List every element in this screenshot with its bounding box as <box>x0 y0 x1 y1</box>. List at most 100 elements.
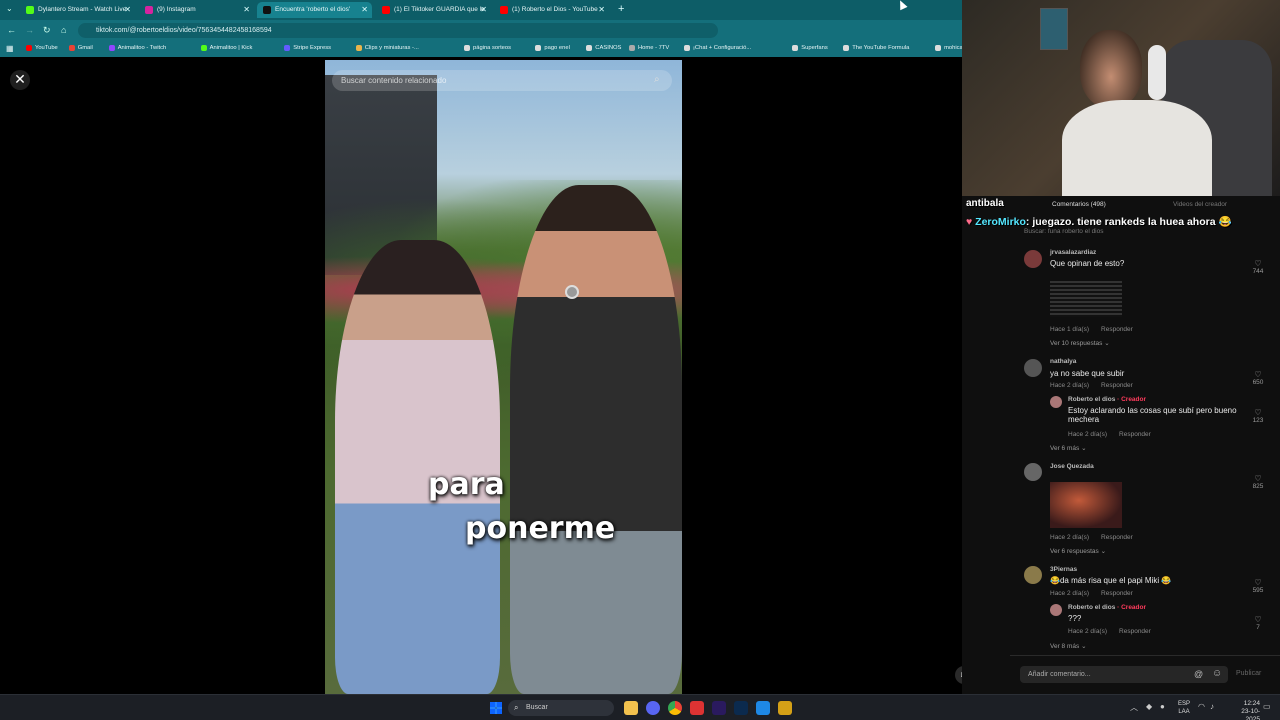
tab-youtube-2[interactable]: (1) Roberto el Dios - YouTube ✕ <box>494 2 609 18</box>
comment-user[interactable]: nathalya <box>1050 358 1076 365</box>
reply-button[interactable]: Responder <box>1119 431 1151 438</box>
related-search-input[interactable]: Buscar contenido relacionado <box>332 70 672 91</box>
comment-user[interactable]: jrvasalazardiaz <box>1050 249 1096 256</box>
reload-icon[interactable]: ↻ <box>43 25 51 36</box>
chat-text: : juegazo. tiene rankeds la huea ahora 😂 <box>1025 216 1232 228</box>
bookmark-item[interactable]: ¡Chat + Configuració... <box>684 45 751 51</box>
back-icon[interactable]: ← <box>7 25 16 35</box>
bookmark-item[interactable]: Stripe Express <box>284 45 331 51</box>
search-icon[interactable]: ⌕ <box>654 74 660 85</box>
youtube-icon <box>382 6 390 14</box>
bookmark-item[interactable]: pago enel <box>535 45 570 51</box>
mention-icon[interactable]: @ <box>1194 669 1203 679</box>
taskbar-search[interactable]: Buscar <box>508 700 614 716</box>
mic-icon[interactable]: ● <box>1160 702 1165 711</box>
url-field[interactable]: tiktok.com/@robertoeldios/video/75634544… <box>78 23 718 38</box>
like-button[interactable]: ♡ 650 <box>1248 370 1268 386</box>
reply-button[interactable]: Responder <box>1101 382 1133 389</box>
reply-button[interactable]: Responder <box>1101 534 1133 541</box>
view-replies-link[interactable]: Ver 6 respuestas ⌄ <box>1050 547 1106 555</box>
reply-time: Hace 2 día(s) <box>1068 431 1108 438</box>
bookmark-item[interactable]: Gmail <box>68 45 93 51</box>
bookmark-item[interactable]: Superfans <box>792 45 828 51</box>
reply-button[interactable]: Responder <box>1101 326 1133 333</box>
premiere-icon[interactable] <box>712 701 726 715</box>
tab-title: Encuentra 'roberto el dios' <box>275 6 351 13</box>
home-icon[interactable]: ⌂ <box>61 25 66 35</box>
like-button[interactable]: ♡ 744 <box>1248 259 1268 275</box>
comment-user[interactable]: Jose Quezada <box>1050 463 1094 470</box>
close-video-button[interactable]: ✕ <box>10 70 30 90</box>
notification-icon[interactable]: ▭ <box>1263 702 1271 711</box>
avatar[interactable] <box>1024 250 1042 268</box>
reply-meta: Hace 2 día(s) Responder <box>1068 628 1151 635</box>
language-indicator[interactable]: ESP LAA <box>1178 700 1190 716</box>
close-tab-icon[interactable]: ✕ <box>361 2 368 18</box>
bookmark-item[interactable]: página sorteos <box>464 45 511 51</box>
tab-dylantero[interactable]: Dylantero Stream - Watch Live ✕ <box>20 2 135 18</box>
windows-start-icon[interactable] <box>490 702 502 714</box>
like-button[interactable]: ♡ 595 <box>1248 578 1268 594</box>
apps-icon[interactable]: ▦ <box>6 44 14 53</box>
new-tab-button[interactable]: + <box>618 3 624 15</box>
reply-button[interactable]: Responder <box>1119 628 1151 635</box>
reply-user[interactable]: Roberto el dios · Creador <box>1068 396 1146 403</box>
avatar[interactable] <box>1024 463 1042 481</box>
bookmark-item[interactable]: Animalitoo - Twitch <box>108 45 166 51</box>
avatar[interactable] <box>1050 604 1062 616</box>
bookmark-item[interactable]: The YouTube Formula <box>843 45 909 51</box>
close-tab-icon[interactable]: ✕ <box>124 2 131 18</box>
view-more-link[interactable]: Ver 6 más ⌄ <box>1050 444 1087 452</box>
bookmark-item[interactable]: CASINOS <box>586 45 621 51</box>
bookmark-favicon-icon <box>68 45 75 51</box>
comment-image[interactable] <box>1050 482 1122 528</box>
bookmark-item[interactable]: Clips y miniaturas -... <box>355 45 419 51</box>
photoshop-icon[interactable] <box>734 701 748 715</box>
emoji-icon[interactable]: ☺ <box>1212 668 1222 679</box>
reply-text: ??? <box>1068 614 1082 623</box>
bookmark-label: CASINOS <box>595 45 622 51</box>
file-explorer-icon[interactable] <box>624 701 638 715</box>
like-button[interactable]: ♡ 825 <box>1248 474 1268 490</box>
video-player[interactable] <box>325 60 682 694</box>
tab-tiktok-active[interactable]: Encuentra 'roberto el dios' ✕ <box>257 2 372 18</box>
tray-chevron-icon[interactable]: ︿ <box>1130 702 1138 713</box>
reply-user[interactable]: Roberto el dios · Creador <box>1068 604 1146 611</box>
comment-time: Hace 2 día(s) <box>1050 534 1090 541</box>
view-replies-link[interactable]: Ver 10 respuestas ⌄ <box>1050 339 1110 347</box>
tab-creator-videos[interactable]: Videos del creador <box>1173 201 1227 208</box>
forward-icon[interactable]: → <box>25 25 34 35</box>
comment-user[interactable]: 3Piernas <box>1050 566 1077 573</box>
speaker-icon[interactable]: ♪ <box>1210 702 1214 711</box>
stream-chat-message: ♥ ZeroMirko: juegazo. tiene rankeds la h… <box>966 214 1266 230</box>
reply-button[interactable]: Responder <box>1101 590 1133 597</box>
close-tab-icon[interactable]: ✕ <box>598 2 605 18</box>
publish-button[interactable]: Publicar <box>1236 670 1261 677</box>
chrome-icon[interactable] <box>668 701 682 715</box>
clock-time: 12:24 <box>1243 700 1260 707</box>
app-icon[interactable] <box>778 701 792 715</box>
calendar-icon[interactable] <box>690 701 704 715</box>
like-button[interactable]: ♡ 7 <box>1248 615 1268 631</box>
like-button[interactable]: ♡ 123 <box>1248 408 1268 424</box>
avatar[interactable] <box>1024 359 1042 377</box>
avatar[interactable] <box>1024 566 1042 584</box>
bookmark-item[interactable]: YouTube <box>26 45 58 51</box>
bookmark-item[interactable]: Home - 7TV <box>629 45 669 51</box>
close-tab-icon[interactable]: ✕ <box>243 2 250 18</box>
wifi-icon[interactable]: ◠ <box>1198 702 1205 711</box>
tab-menu-icon[interactable]: ⌄ <box>6 4 13 13</box>
webcam-overlay <box>962 0 1280 196</box>
streamlabs-icon[interactable] <box>756 701 770 715</box>
view-more-link[interactable]: Ver 8 más ⌄ <box>1050 642 1087 650</box>
avatar[interactable] <box>1050 396 1062 408</box>
tab-youtube-1[interactable]: (1) El Tiktoker GUARDIA que le ✕ <box>376 2 491 18</box>
close-tab-icon[interactable]: ✕ <box>480 2 487 18</box>
tab-comments[interactable]: Comentarios (498) <box>1052 201 1106 208</box>
discord-icon[interactable] <box>646 701 660 715</box>
tab-instagram[interactable]: (9) Instagram ✕ <box>139 2 254 18</box>
bookmark-item[interactable]: Animalitoo | Kick <box>200 45 252 51</box>
clock[interactable]: 12:24 23-10-2025 <box>1228 700 1260 720</box>
network-icon[interactable]: ◆ <box>1146 702 1152 711</box>
comment-image[interactable] <box>1050 281 1122 317</box>
